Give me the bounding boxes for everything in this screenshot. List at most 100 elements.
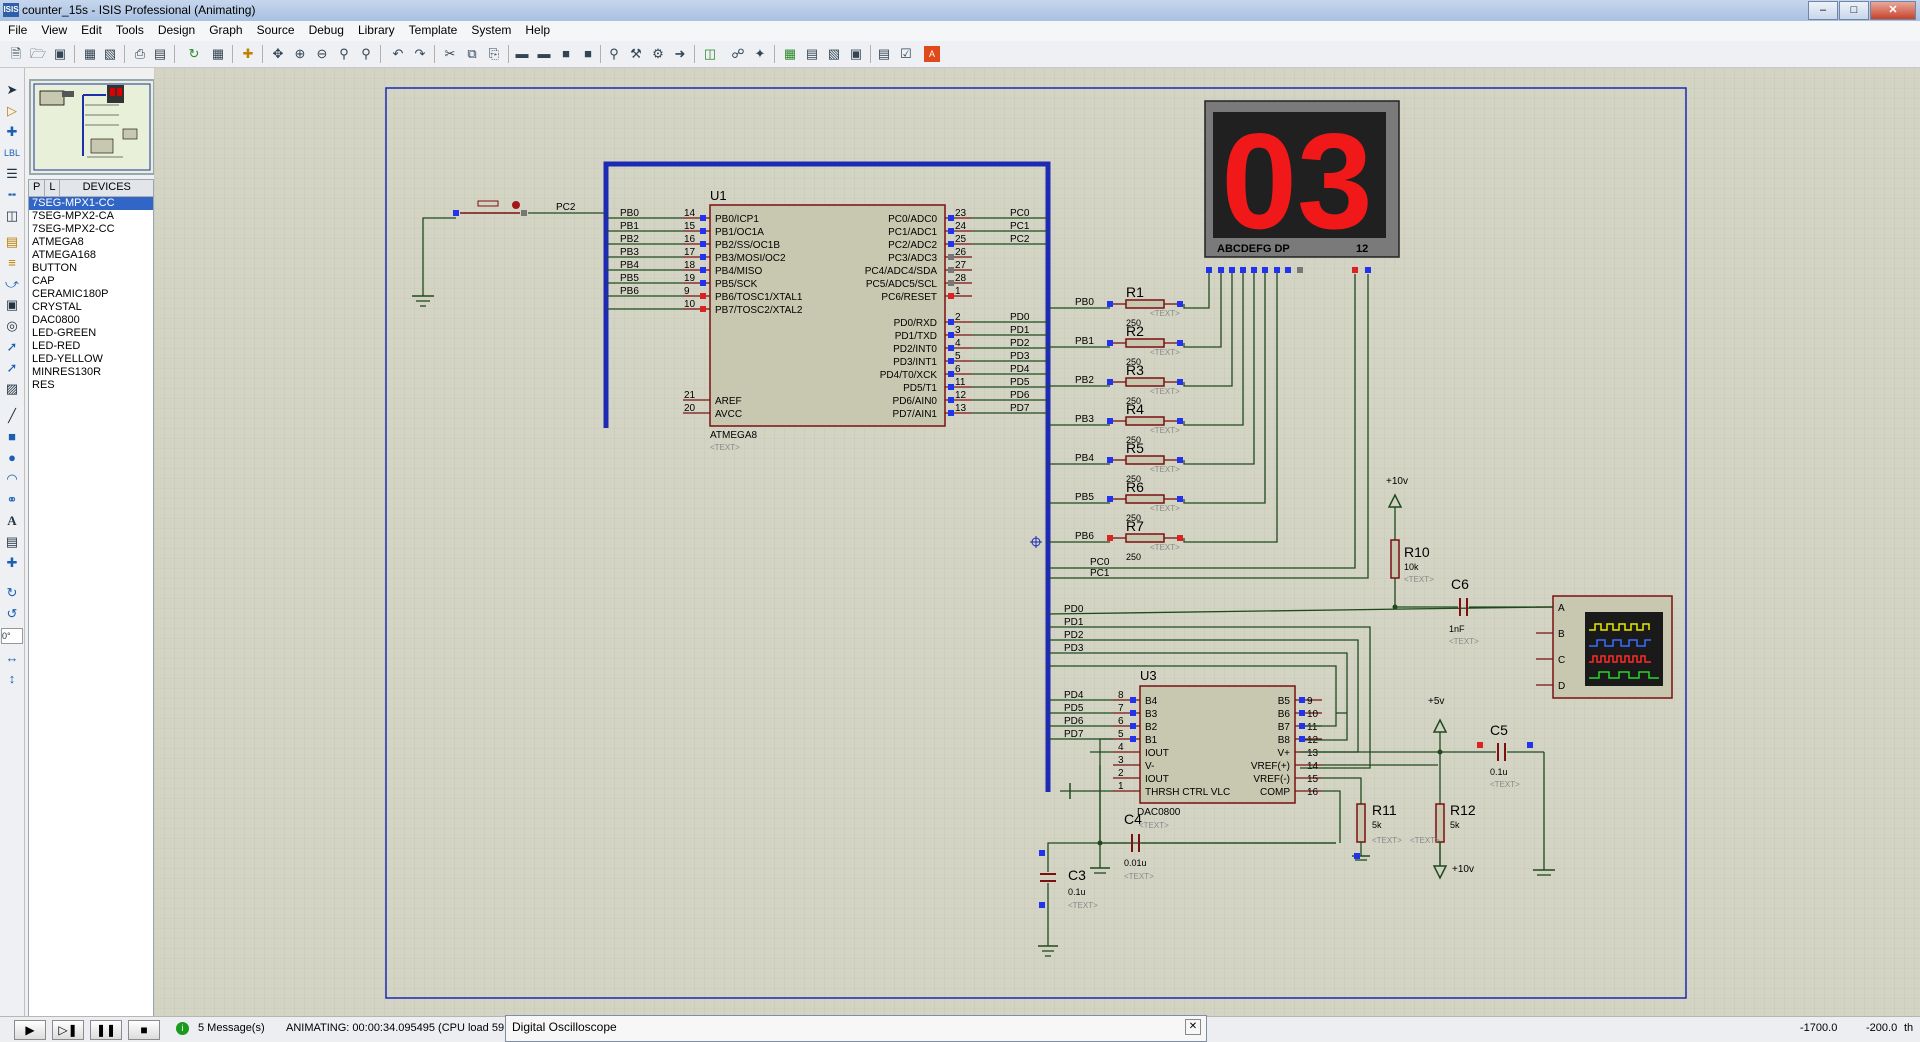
wire-label-mode-icon[interactable]: LBL [3, 145, 21, 161]
device-item[interactable]: CAP [29, 275, 153, 288]
zoom-all-icon[interactable]: ⚲ [336, 46, 352, 62]
line-mode-icon[interactable]: ╱ [3, 408, 21, 424]
zoom-child-icon[interactable]: ▣ [848, 46, 864, 62]
stop-button[interactable]: ■ [128, 1020, 160, 1040]
new-sheet-icon[interactable]: ▦ [782, 46, 798, 62]
electrical-rules-check-icon[interactable]: ☑ [898, 46, 914, 62]
rotate-clockwise-icon[interactable]: ↻ [3, 585, 21, 601]
schematic-canvas[interactable]: 03 ABCDEFG DP 12 U1 ATMEGA8 <TEXT> 14 PB0… [154, 68, 1920, 1016]
package-tool-icon[interactable]: ⚙ [650, 46, 666, 62]
overview-window[interactable] [29, 79, 155, 175]
selection-mode-icon[interactable]: ➤ [3, 82, 21, 98]
menu-library[interactable]: Library [350, 21, 401, 41]
maximize-button[interactable]: □ [1839, 1, 1869, 20]
print-icon[interactable]: ⎙ [132, 46, 148, 62]
search-tag-icon[interactable]: ☍ [730, 46, 746, 62]
cut-icon[interactable]: ✂ [442, 46, 458, 62]
path-mode-icon[interactable]: ⚭ [3, 492, 21, 508]
marker-mode-icon[interactable]: ✚ [3, 555, 21, 571]
u1-atmega8[interactable]: U1 ATMEGA8 <TEXT> 14PB0/ICP115PB1/OC1A16… [683, 188, 972, 452]
menu-edit[interactable]: Edit [73, 21, 108, 41]
remove-sheet-icon[interactable]: ▤ [804, 46, 820, 62]
buses-mode-icon[interactable]: ╍ [3, 187, 21, 203]
device-item[interactable]: MINRES130R [29, 366, 153, 379]
junction-mode-icon[interactable]: ✚ [3, 124, 21, 140]
menu-design[interactable]: Design [150, 21, 201, 41]
bill-of-materials-icon[interactable]: ▤ [876, 46, 892, 62]
pick-device-icon[interactable]: ⚲ [606, 46, 622, 62]
zoom-in-icon[interactable]: ⊕ [292, 46, 308, 62]
device-item[interactable]: 7SEG-MPX2-CA [29, 210, 153, 223]
rotation-angle-field[interactable]: 0° [1, 628, 23, 644]
menu-source[interactable]: Source [249, 21, 301, 41]
menu-debug[interactable]: Debug [301, 21, 350, 41]
copy-icon[interactable]: ⧉ [464, 46, 480, 62]
ares-icon[interactable]: A [924, 46, 940, 62]
goto-sheet-icon[interactable]: ▧ [826, 46, 842, 62]
pause-button[interactable]: ❚❚ [90, 1020, 122, 1040]
y-mirror-icon[interactable]: ↕ [3, 671, 21, 687]
messages-count[interactable]: 5 Message(s) [198, 1022, 265, 1034]
minimize-button[interactable]: – [1808, 1, 1838, 20]
zoom-out-icon[interactable]: ⊖ [314, 46, 330, 62]
pan-icon[interactable]: ✥ [270, 46, 286, 62]
device-item[interactable]: ATMEGA168 [29, 249, 153, 262]
terminals-mode-icon[interactable]: ▤ [3, 234, 21, 250]
arc-mode-icon[interactable]: ◠ [3, 471, 21, 487]
text-script-mode-icon[interactable]: ☰ [3, 166, 21, 182]
symbol-mode-icon[interactable]: ▤ [3, 534, 21, 550]
circle-mode-icon[interactable]: ● [3, 450, 21, 466]
print-area-icon[interactable]: ▤ [152, 46, 168, 62]
box-mode-icon[interactable]: ■ [3, 429, 21, 445]
export-icon[interactable]: ▧ [102, 46, 118, 62]
menu-file[interactable]: File [0, 21, 33, 41]
subcircuit-mode-icon[interactable]: ◫ [3, 208, 21, 224]
menu-system[interactable]: System [463, 21, 517, 41]
library-manager-tab[interactable]: L [45, 180, 61, 196]
redraw-icon[interactable]: ↻ [186, 46, 202, 62]
paste-icon[interactable]: ⎘ [486, 46, 502, 62]
device-item[interactable]: RES [29, 379, 153, 392]
menu-view[interactable]: View [33, 21, 73, 41]
graph-mode-icon[interactable]: ⤻ [3, 276, 21, 292]
component-mode-icon[interactable]: ▷ [3, 103, 21, 119]
x-mirror-icon[interactable]: ↔ [3, 650, 21, 666]
undo-icon[interactable]: ↶ [390, 46, 406, 62]
close-button[interactable]: ✕ [1870, 1, 1916, 20]
device-item[interactable]: LED-GREEN [29, 327, 153, 340]
make-device-icon[interactable]: ⚒ [628, 46, 644, 62]
voltage-probe-mode-icon[interactable]: ➚ [3, 339, 21, 355]
device-item[interactable]: CERAMIC180P [29, 288, 153, 301]
device-item[interactable]: LED-RED [29, 340, 153, 353]
device-item[interactable]: ATMEGA8 [29, 236, 153, 249]
generator-mode-icon[interactable]: ◎ [3, 318, 21, 334]
menu-graph[interactable]: Graph [201, 21, 248, 41]
oscilloscope-close-icon[interactable]: ✕ [1185, 1019, 1201, 1035]
text-mode-icon[interactable]: A [3, 513, 21, 529]
device-item[interactable]: 7SEG-MPX1-CC [29, 197, 153, 210]
digital-oscilloscope-window[interactable]: Digital Oscilloscope ✕ [505, 1015, 1207, 1042]
property-assignment-icon[interactable]: ✦ [752, 46, 768, 62]
decompose-icon[interactable]: ➜ [672, 46, 688, 62]
block-rotate-icon[interactable]: ■ [558, 46, 574, 62]
redo-icon[interactable]: ↷ [412, 46, 428, 62]
rotate-anticlockwise-icon[interactable]: ↺ [3, 606, 21, 622]
zoom-area-icon[interactable]: ⚲ [358, 46, 374, 62]
menu-help[interactable]: Help [517, 21, 556, 41]
current-probe-mode-icon[interactable]: ➚ [3, 360, 21, 376]
oscilloscope-instrument[interactable]: A B C D [1536, 595, 1673, 699]
block-copy-icon[interactable]: ▬ [514, 46, 530, 62]
device-item[interactable]: DAC0800 [29, 314, 153, 327]
step-button[interactable]: ▷❚ [52, 1020, 84, 1040]
open-file-icon[interactable]: 🗁 [30, 46, 46, 62]
play-button[interactable]: ▶ [14, 1020, 46, 1040]
save-icon[interactable]: ▣ [52, 46, 68, 62]
device-item[interactable]: CRYSTAL [29, 301, 153, 314]
import-icon[interactable]: ▦ [82, 46, 98, 62]
block-delete-icon[interactable]: ■ [580, 46, 596, 62]
menu-template[interactable]: Template [401, 21, 464, 41]
menu-tools[interactable]: Tools [108, 21, 150, 41]
device-pins-mode-icon[interactable]: ≡ [3, 255, 21, 271]
tape-recorder-mode-icon[interactable]: ▣ [3, 297, 21, 313]
block-move-icon[interactable]: ▬ [536, 46, 552, 62]
